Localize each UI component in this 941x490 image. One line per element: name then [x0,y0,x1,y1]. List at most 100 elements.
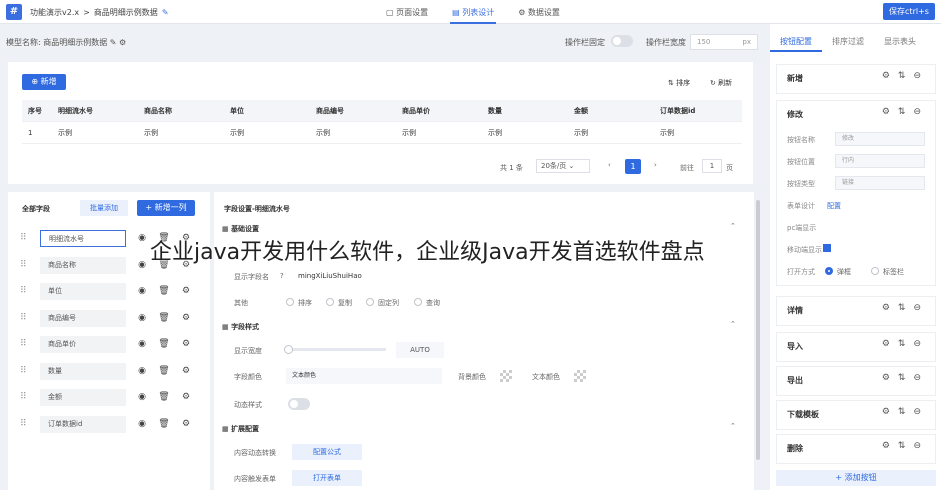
button-card[interactable]: 详情 ⚙⇅⊖ [776,296,936,326]
copy-settings-icon[interactable]: ⚙ [180,338,192,350]
button-card[interactable]: 新增 ⚙⇅⊖ [776,64,936,94]
delete-icon[interactable]: 🗑 [158,365,170,377]
button-card[interactable]: 下载模板 ⚙⇅⊖ [776,400,936,430]
open-tab-radio[interactable]: 标签栏 [871,267,904,277]
drag-handle-icon[interactable]: ⠿ [20,419,27,429]
add-button-button[interactable]: + 添加按钮 [776,470,936,486]
scrollbar[interactable] [756,200,760,460]
field-name[interactable]: 商品单价 [40,336,126,353]
configure-formula-button[interactable]: 配置公式 [292,444,362,460]
opt-sort[interactable]: 排序 [286,298,312,308]
dynamic-style-switch[interactable] [288,398,310,410]
card-actions-icon[interactable]: ⚙⇅⊖ [882,303,929,313]
tab-button-config[interactable]: 按钮配置 [770,32,822,52]
button-card[interactable]: 导出 ⚙⇅⊖ [776,366,936,396]
field-name[interactable]: 数量 [40,362,126,380]
copy-settings-icon[interactable]: ⚙ [180,365,192,377]
opt-query[interactable]: 查询 [414,298,440,308]
delete-icon[interactable]: 🗑 [158,312,170,324]
card-actions-icon[interactable]: ⚙⇅⊖ [882,107,929,117]
drag-handle-icon[interactable]: ⠿ [20,260,27,270]
card-actions-icon[interactable]: ⚙⇅⊖ [882,339,929,349]
collapse-icon[interactable]: ⌃ [730,422,736,430]
drag-handle-icon[interactable]: ⠿ [20,233,27,243]
eye-icon[interactable]: ◉ [136,365,148,377]
delete-icon[interactable]: 🗑 [158,418,170,430]
copy-settings-icon[interactable]: ⚙ [180,391,192,403]
color-input[interactable]: 文本颜色 [286,368,442,384]
tab-data-settings[interactable]: ⚙ 数据设置 [516,0,562,24]
drag-handle-icon[interactable]: ⠿ [20,286,27,296]
copy-settings-icon[interactable]: ⚙ [180,418,192,430]
tab-show-header[interactable]: 显示表头 [874,32,926,52]
refresh-button[interactable]: ↻ 刷新 [710,78,732,88]
display-name-input[interactable]: mingXiLiuShuiHao [292,268,442,284]
card-actions-icon[interactable]: ⚙⇅⊖ [882,407,929,417]
copy-settings-icon[interactable]: ⚙ [180,285,192,297]
section-extension[interactable]: ▦ 扩展配置 [222,424,259,434]
position-select[interactable]: 行内 [835,154,925,168]
text-color-swatch[interactable] [574,370,586,382]
prev-page-icon[interactable]: ‹ [608,161,611,169]
open-form-button[interactable]: 打开表单 [292,470,362,486]
add-button[interactable]: ⊕ 新增 [22,74,66,90]
goto-input[interactable]: 1 [702,159,722,173]
button-card[interactable]: 删除 ⚙⇅⊖ [776,434,936,464]
name-input[interactable]: 修改 [835,132,925,146]
section-basic[interactable]: ▦ 基础设置 [222,224,259,234]
field-item[interactable]: ⠿ 金额 ◉ 🗑 ⚙ [18,389,198,407]
card-actions-icon[interactable]: ⚙⇅⊖ [882,441,929,451]
delete-icon[interactable]: 🗑 [158,391,170,403]
drag-handle-icon[interactable]: ⠿ [20,313,27,323]
field-name[interactable]: 明细流水号 [40,230,126,247]
breadcrumb-app[interactable]: 功能演示v2.x [30,8,79,17]
field-item[interactable]: ⠿ 单位 ◉ 🗑 ⚙ [18,283,198,301]
button-card[interactable]: 修改 ⚙⇅⊖ 按钮名称 修改 按钮位置 行内 按钮类型 链接 表单设计 配置 pc端显示 移动端显示打… [776,100,936,286]
add-column-button[interactable]: + 新增一列 [137,200,195,216]
tab-page-settings[interactable]: ▢ 页面设置 [384,0,430,24]
collapse-icon[interactable]: ⌃ [730,320,736,328]
section-style[interactable]: ▦ 字段样式 [222,322,259,332]
page-current[interactable]: 1 [625,159,641,174]
eye-icon[interactable]: ◉ [136,259,148,271]
drag-handle-icon[interactable]: ⠿ [20,366,27,376]
field-item[interactable]: ⠿ 商品编号 ◉ 🗑 ⚙ [18,309,198,328]
field-item[interactable]: ⠿ 数量 ◉ 🗑 ⚙ [18,362,198,381]
field-name[interactable]: 商品名称 [40,256,126,274]
edit-icon[interactable]: ✎ [162,8,169,17]
width-input[interactable]: 150 px [690,34,758,50]
opt-fixed[interactable]: 固定列 [366,298,399,308]
save-button[interactable]: 保存ctrl+s [883,3,935,20]
eye-icon[interactable]: ◉ [136,285,148,297]
eye-icon[interactable]: ◉ [136,418,148,430]
field-item[interactable]: ⠿ 商品单价 ◉ 🗑 ⚙ [18,336,198,354]
next-page-icon[interactable]: › [654,161,657,169]
opt-copy[interactable]: 复制 [326,298,352,308]
sort-button[interactable]: ⇅ 排序 [668,78,690,88]
width-value[interactable]: AUTO [396,342,444,358]
form-config-link[interactable]: 配置 [827,201,841,211]
open-dialog-radio[interactable]: 弹框 [825,267,851,277]
eye-icon[interactable]: ◉ [136,232,148,244]
eye-icon[interactable]: ◉ [136,312,148,324]
card-actions-icon[interactable]: ⚙⇅⊖ [882,373,929,383]
mobile-checkbox[interactable] [823,244,831,252]
tab-sort-filter[interactable]: 排序过滤 [822,32,874,52]
collapse-icon[interactable]: ⌃ [730,222,736,230]
delete-icon[interactable]: 🗑 [158,285,170,297]
table-row[interactable]: 1 示例 示例 示例 示例 示例 示例 示例 示例 [22,122,742,144]
tab-list-design[interactable]: ▤ 列表设计 [450,0,497,24]
button-card[interactable]: 导入 ⚙⇅⊖ [776,332,936,362]
eye-icon[interactable]: ◉ [136,338,148,350]
field-name[interactable]: 商品编号 [40,309,126,327]
edit-icon[interactable]: ✎ [110,38,117,47]
field-name[interactable]: 金额 [40,389,126,406]
settings-icon[interactable]: ⚙ [119,38,126,47]
field-name[interactable]: 订单数据id [40,415,126,433]
copy-settings-icon[interactable]: ⚙ [180,312,192,324]
card-actions-icon[interactable]: ⚙⇅⊖ [882,71,929,81]
field-name[interactable]: 单位 [40,283,126,300]
bg-color-swatch[interactable] [500,370,512,382]
drag-handle-icon[interactable]: ⠿ [20,339,27,349]
fix-switch[interactable] [611,35,633,47]
